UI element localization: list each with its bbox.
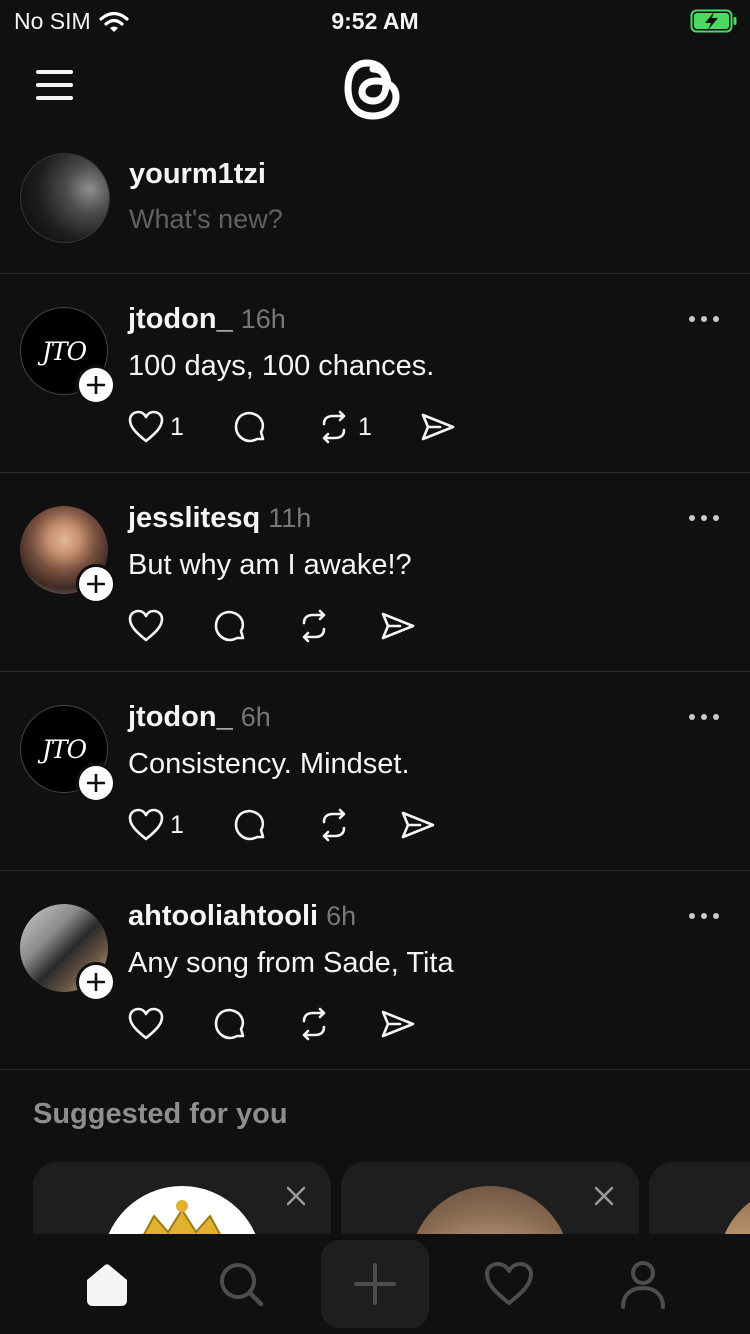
post-text: But why am I awake!? bbox=[128, 549, 412, 581]
tab-search[interactable] bbox=[187, 1240, 295, 1328]
like-button[interactable]: 1 bbox=[128, 807, 184, 843]
repost-button[interactable] bbox=[296, 1006, 332, 1042]
post-username[interactable]: jtodon_ 16h bbox=[128, 303, 286, 336]
battery-charging-icon bbox=[690, 9, 737, 33]
share-button[interactable] bbox=[420, 409, 456, 445]
more-icon[interactable] bbox=[688, 711, 720, 723]
post-item[interactable]: jesslitesq 11h But why am I awake!? bbox=[0, 473, 750, 672]
comment-icon bbox=[234, 809, 265, 841]
heart-icon bbox=[128, 1007, 164, 1040]
repost-icon bbox=[322, 808, 346, 842]
username-text[interactable]: ahtooliahtooli bbox=[128, 900, 318, 932]
username-text[interactable]: jtodon_ bbox=[128, 701, 233, 733]
search-icon bbox=[220, 1263, 264, 1307]
plus-icon bbox=[87, 575, 105, 593]
tab-profile[interactable] bbox=[589, 1240, 697, 1328]
post-text: Consistency. Mindset. bbox=[128, 748, 410, 780]
person-icon bbox=[621, 1261, 665, 1309]
avatar[interactable] bbox=[20, 153, 110, 243]
comment-icon bbox=[214, 610, 245, 642]
threads-logo-icon[interactable] bbox=[340, 50, 410, 130]
tab-home[interactable] bbox=[53, 1240, 161, 1328]
repost-icon bbox=[302, 1007, 326, 1041]
plus-icon bbox=[87, 973, 105, 991]
composer-placeholder[interactable]: What's new? bbox=[129, 204, 283, 235]
heart-icon bbox=[128, 410, 164, 443]
post-time: 11h bbox=[268, 503, 312, 533]
post-username[interactable]: jesslitesq 11h bbox=[128, 502, 311, 535]
comment-icon bbox=[214, 1008, 245, 1040]
post-username[interactable]: ahtooliahtooli 6h bbox=[128, 900, 356, 933]
reply-button[interactable] bbox=[232, 807, 268, 843]
plus-icon bbox=[87, 774, 105, 792]
post-username[interactable]: jtodon_ 6h bbox=[128, 701, 271, 734]
like-button[interactable]: 1 bbox=[128, 409, 184, 445]
home-icon bbox=[87, 1264, 127, 1306]
send-icon bbox=[421, 413, 455, 441]
composer-username: yourm1tzi bbox=[129, 158, 266, 190]
send-icon bbox=[381, 1010, 415, 1038]
follow-button[interactable] bbox=[76, 365, 116, 405]
repost-button[interactable] bbox=[316, 807, 352, 843]
reply-button[interactable] bbox=[212, 608, 248, 644]
tab-bar bbox=[0, 1234, 750, 1334]
more-icon[interactable] bbox=[688, 313, 720, 325]
comment-icon bbox=[234, 411, 265, 443]
like-count: 1 bbox=[170, 810, 184, 839]
status-time: 9:52 AM bbox=[331, 8, 419, 34]
reply-button[interactable] bbox=[232, 409, 268, 445]
repost-icon bbox=[302, 609, 326, 643]
more-icon[interactable] bbox=[688, 512, 720, 524]
share-button[interactable] bbox=[400, 807, 436, 843]
heart-icon bbox=[128, 808, 164, 841]
post-text: 100 days, 100 chances. bbox=[128, 350, 435, 382]
header bbox=[0, 42, 750, 142]
like-button[interactable] bbox=[128, 608, 164, 644]
post-time: 6h bbox=[240, 702, 271, 732]
plus-icon bbox=[87, 376, 105, 394]
username-text[interactable]: jtodon_ bbox=[128, 303, 233, 335]
post-time: 16h bbox=[240, 304, 286, 334]
follow-button[interactable] bbox=[76, 763, 116, 803]
composer[interactable]: yourm1tzi What's new? bbox=[0, 142, 750, 274]
post-item[interactable]: JTO jtodon_ 6h Consistency. Mindset. 1 bbox=[0, 672, 750, 871]
repost-button[interactable] bbox=[296, 608, 332, 644]
heart-icon bbox=[128, 609, 164, 642]
more-icon[interactable] bbox=[688, 910, 720, 922]
follow-button[interactable] bbox=[76, 962, 116, 1002]
heart-icon bbox=[485, 1262, 533, 1305]
send-icon bbox=[401, 811, 435, 839]
menu-button[interactable] bbox=[36, 70, 76, 102]
repost-button[interactable]: 1 bbox=[316, 409, 372, 445]
plus-icon bbox=[354, 1263, 396, 1305]
repost-count: 1 bbox=[358, 412, 372, 441]
tab-create[interactable] bbox=[321, 1240, 429, 1328]
post-text: Any song from Sade, Tita bbox=[128, 947, 454, 979]
reply-button[interactable] bbox=[212, 1006, 248, 1042]
post-item[interactable]: JTO jtodon_ 16h 100 days, 100 chances. 1 … bbox=[0, 274, 750, 473]
share-button[interactable] bbox=[380, 1006, 416, 1042]
like-count: 1 bbox=[170, 412, 184, 441]
tab-activity[interactable] bbox=[455, 1240, 563, 1328]
close-icon[interactable] bbox=[592, 1184, 616, 1208]
avatar-monogram: JTO bbox=[41, 734, 87, 764]
username-text[interactable]: jesslitesq bbox=[128, 502, 260, 534]
post-item[interactable]: ahtooliahtooli 6h Any song from Sade, Tit… bbox=[0, 871, 750, 1070]
repost-icon bbox=[322, 410, 346, 444]
share-button[interactable] bbox=[380, 608, 416, 644]
avatar-monogram: JTO bbox=[41, 336, 87, 366]
follow-button[interactable] bbox=[76, 564, 116, 604]
suggested-title: Suggested for you bbox=[33, 1098, 288, 1130]
send-icon bbox=[381, 612, 415, 640]
like-button[interactable] bbox=[128, 1006, 164, 1042]
close-icon[interactable] bbox=[284, 1184, 308, 1208]
status-bar: No SIM 9:52 AM bbox=[0, 0, 750, 42]
post-time: 6h bbox=[326, 901, 357, 931]
